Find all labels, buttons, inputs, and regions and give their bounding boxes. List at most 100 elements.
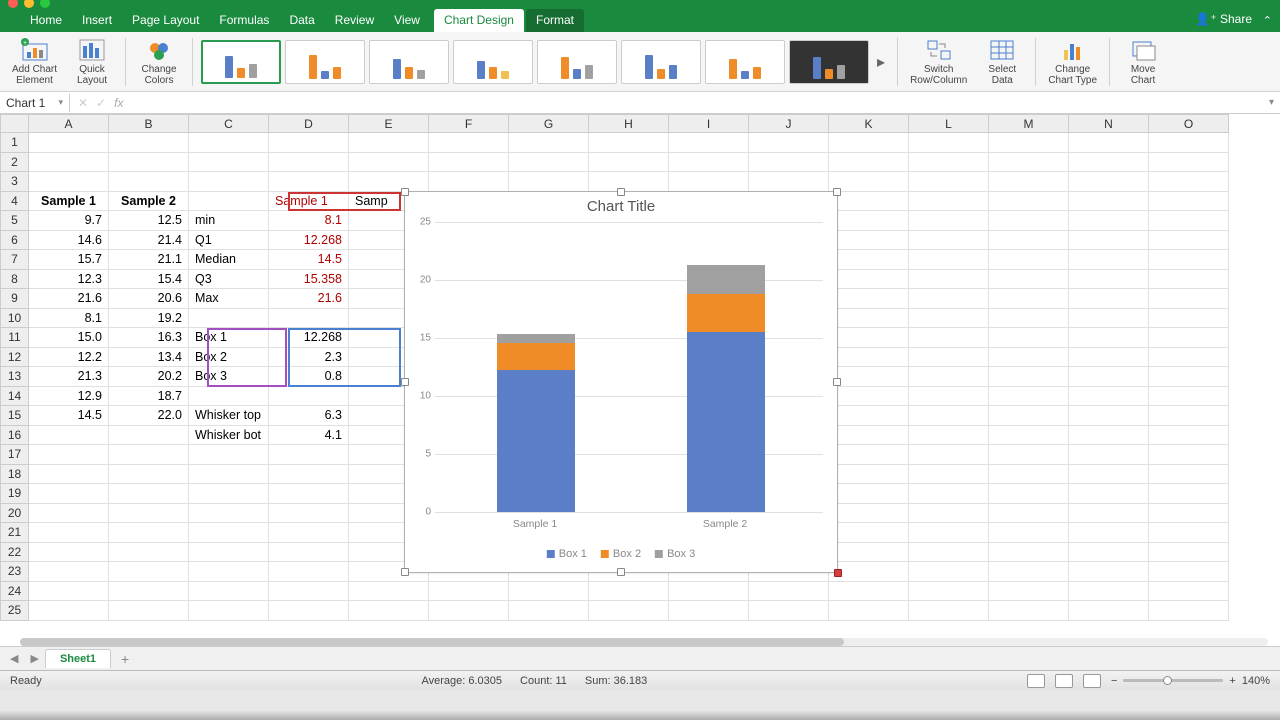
row-header-2[interactable]: 2 — [1, 152, 29, 172]
cell-C10[interactable] — [189, 308, 269, 328]
row-header-20[interactable]: 20 — [1, 503, 29, 523]
cell-O5[interactable] — [1149, 211, 1229, 231]
cell-M7[interactable] — [989, 250, 1069, 270]
chart-style-3[interactable] — [369, 40, 449, 84]
cell-G25[interactable] — [509, 601, 589, 621]
chart-styles-gallery[interactable]: ▸ — [201, 40, 889, 84]
cell-M24[interactable] — [989, 581, 1069, 601]
cell-M6[interactable] — [989, 230, 1069, 250]
cell-A16[interactable] — [29, 425, 109, 445]
cell-K2[interactable] — [829, 152, 909, 172]
cell-O21[interactable] — [1149, 523, 1229, 543]
cell-B24[interactable] — [109, 581, 189, 601]
cell-O25[interactable] — [1149, 601, 1229, 621]
chart-style-1[interactable] — [201, 40, 281, 84]
cell-A2[interactable] — [29, 152, 109, 172]
cell-C13[interactable]: Box 3 — [189, 367, 269, 387]
cell-N11[interactable] — [1069, 328, 1149, 348]
cell-N20[interactable] — [1069, 503, 1149, 523]
cell-B17[interactable] — [109, 445, 189, 465]
cell-C4[interactable] — [189, 191, 269, 211]
cell-D11[interactable]: 12.268 — [269, 328, 349, 348]
cell-D6[interactable]: 12.268 — [269, 230, 349, 250]
cell-N24[interactable] — [1069, 581, 1149, 601]
cell-C17[interactable] — [189, 445, 269, 465]
cell-K5[interactable] — [829, 211, 909, 231]
cell-A11[interactable]: 15.0 — [29, 328, 109, 348]
select-all-corner[interactable] — [1, 115, 29, 133]
cell-D23[interactable] — [269, 562, 349, 582]
cell-M23[interactable] — [989, 562, 1069, 582]
cell-L18[interactable] — [909, 464, 989, 484]
cell-K17[interactable] — [829, 445, 909, 465]
cell-D1[interactable] — [269, 133, 349, 153]
cell-M22[interactable] — [989, 542, 1069, 562]
cell-M17[interactable] — [989, 445, 1069, 465]
cell-D8[interactable]: 15.358 — [269, 269, 349, 289]
cell-A13[interactable]: 21.3 — [29, 367, 109, 387]
row-header-14[interactable]: 14 — [1, 386, 29, 406]
cell-A12[interactable]: 12.2 — [29, 347, 109, 367]
zoom-out-button[interactable]: − — [1111, 675, 1117, 687]
cell-H2[interactable] — [589, 152, 669, 172]
row-header-10[interactable]: 10 — [1, 308, 29, 328]
cell-H3[interactable] — [589, 172, 669, 192]
cell-K9[interactable] — [829, 289, 909, 309]
quick-layout-button[interactable]: QuickLayout — [67, 36, 117, 88]
cell-B6[interactable]: 21.4 — [109, 230, 189, 250]
zoom-level[interactable]: 140% — [1242, 675, 1270, 687]
cell-L16[interactable] — [909, 425, 989, 445]
cell-B8[interactable]: 15.4 — [109, 269, 189, 289]
cell-A14[interactable]: 12.9 — [29, 386, 109, 406]
cell-B12[interactable]: 13.4 — [109, 347, 189, 367]
cell-B11[interactable]: 16.3 — [109, 328, 189, 348]
sheet-tab-sheet1[interactable]: Sheet1 — [45, 649, 111, 668]
cell-F3[interactable] — [429, 172, 509, 192]
cell-L2[interactable] — [909, 152, 989, 172]
cell-M11[interactable] — [989, 328, 1069, 348]
cell-O20[interactable] — [1149, 503, 1229, 523]
cell-K11[interactable] — [829, 328, 909, 348]
col-header-M[interactable]: M — [989, 115, 1069, 133]
cell-O7[interactable] — [1149, 250, 1229, 270]
cell-M8[interactable] — [989, 269, 1069, 289]
name-box-dropdown-icon[interactable]: ▾ — [58, 97, 63, 108]
cell-O4[interactable] — [1149, 191, 1229, 211]
row-header-17[interactable]: 17 — [1, 445, 29, 465]
row-header-7[interactable]: 7 — [1, 250, 29, 270]
row-header-6[interactable]: 6 — [1, 230, 29, 250]
cell-B2[interactable] — [109, 152, 189, 172]
row-header-12[interactable]: 12 — [1, 347, 29, 367]
cell-N21[interactable] — [1069, 523, 1149, 543]
col-header-N[interactable]: N — [1069, 115, 1149, 133]
cell-K7[interactable] — [829, 250, 909, 270]
cell-O10[interactable] — [1149, 308, 1229, 328]
cell-D25[interactable] — [269, 601, 349, 621]
row-header-13[interactable]: 13 — [1, 367, 29, 387]
cell-H1[interactable] — [589, 133, 669, 153]
cell-L14[interactable] — [909, 386, 989, 406]
sheet-nav-prev-icon[interactable]: ◀ — [4, 652, 24, 665]
cell-N9[interactable] — [1069, 289, 1149, 309]
cell-N10[interactable] — [1069, 308, 1149, 328]
cell-K24[interactable] — [829, 581, 909, 601]
cell-D3[interactable] — [269, 172, 349, 192]
cell-D21[interactable] — [269, 523, 349, 543]
cell-O3[interactable] — [1149, 172, 1229, 192]
cell-D14[interactable] — [269, 386, 349, 406]
row-header-5[interactable]: 5 — [1, 211, 29, 231]
cell-M1[interactable] — [989, 133, 1069, 153]
cell-M10[interactable] — [989, 308, 1069, 328]
cell-K14[interactable] — [829, 386, 909, 406]
cell-B13[interactable]: 20.2 — [109, 367, 189, 387]
cell-K8[interactable] — [829, 269, 909, 289]
view-normal-button[interactable] — [1027, 674, 1045, 688]
cell-A5[interactable]: 9.7 — [29, 211, 109, 231]
cell-L5[interactable] — [909, 211, 989, 231]
change-chart-type-button[interactable]: ChangeChart Type — [1044, 36, 1101, 88]
cell-C1[interactable] — [189, 133, 269, 153]
confirm-icon[interactable]: ✓ — [96, 96, 106, 110]
cell-G2[interactable] — [509, 152, 589, 172]
cell-A20[interactable] — [29, 503, 109, 523]
cell-L25[interactable] — [909, 601, 989, 621]
